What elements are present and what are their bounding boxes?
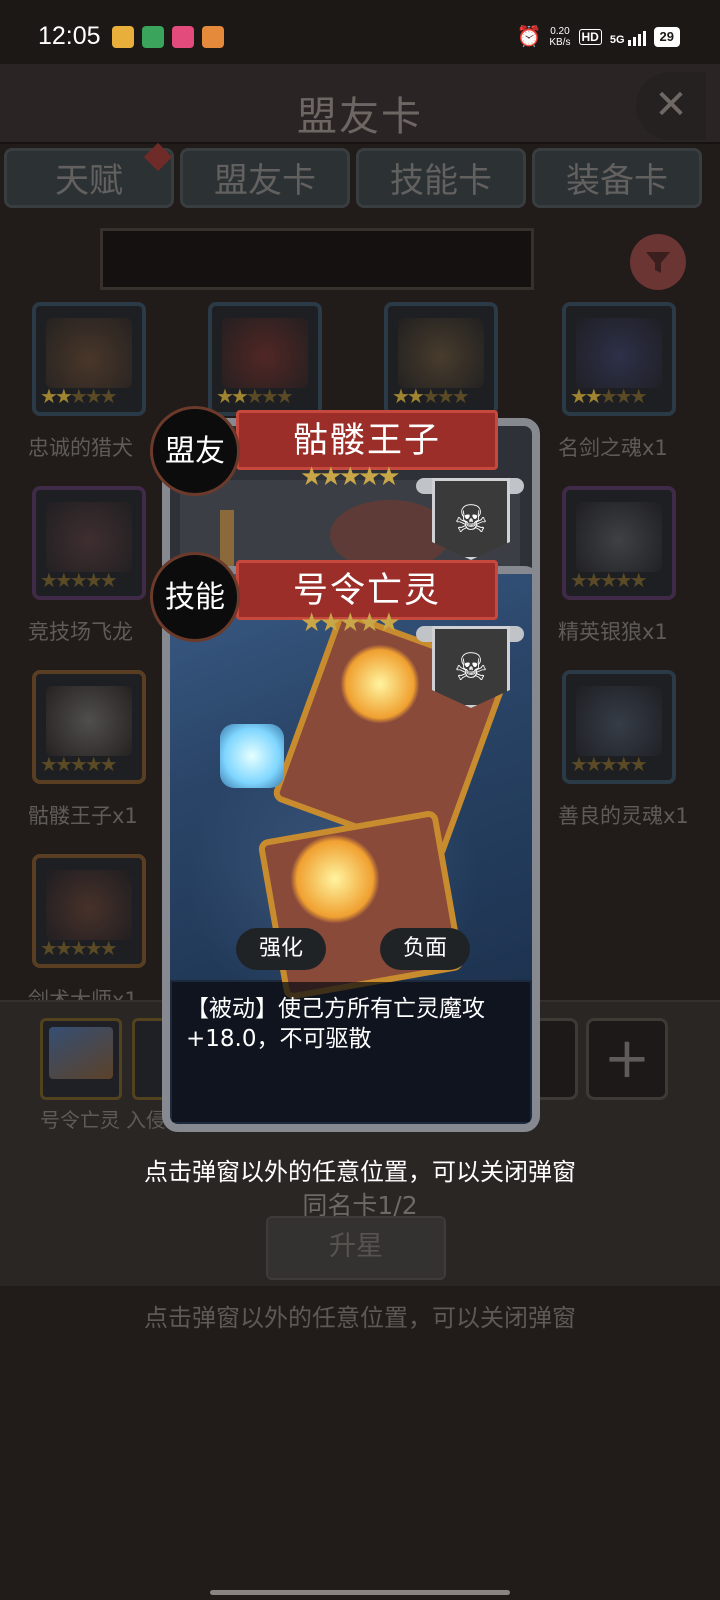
- ally-star-rating: ★★★★★: [300, 462, 401, 492]
- close-button[interactable]: ✕: [636, 72, 706, 140]
- ally-card-elite-wolf[interactable]: ★★★★★: [562, 486, 676, 600]
- app-icon-3: [172, 26, 194, 48]
- hd-icon: HD: [578, 28, 602, 45]
- filter-button[interactable]: [630, 234, 686, 290]
- card-label: 入侵: [126, 1108, 166, 1132]
- decrease-button[interactable]: [538, 1018, 578, 1100]
- star-rating: ★★★★★: [40, 568, 118, 592]
- selected-card-summon-undead[interactable]: [40, 1018, 122, 1100]
- tab-skill-cards[interactable]: 技能卡: [356, 148, 526, 208]
- ally-card-arena-dragon[interactable]: ★★★★★: [32, 486, 146, 600]
- status-icons: ⏰ 0.20 KB/s HD 5G 29: [516, 24, 680, 49]
- card-label: 忠诚的猎犬: [28, 436, 133, 460]
- card-label: 骷髅王子x1: [28, 804, 138, 828]
- weibo-app-icon: [112, 26, 134, 48]
- ally-name-ribbon: 骷髅王子: [236, 410, 498, 470]
- ally-card-spartan[interactable]: ★★★★★: [384, 302, 498, 416]
- close-hint: 点击弹窗以外的任意位置，可以关闭弹窗: [144, 1304, 576, 1332]
- ally-card-red-demon[interactable]: ★★★★★: [208, 302, 322, 416]
- ally-card-skeleton-prince[interactable]: ★★★★★: [32, 670, 146, 784]
- signal-icon: 5G: [610, 28, 646, 46]
- star-rating: ★★★★★: [570, 752, 648, 776]
- app-icon-4: [202, 26, 224, 48]
- star-rating: ★★★★★: [392, 384, 470, 408]
- card-label: 名剑之魂x1: [558, 436, 668, 460]
- app-icon-2: [142, 26, 164, 48]
- clock: 12:05: [38, 22, 101, 50]
- ally-card-sword-master[interactable]: ★★★★★: [32, 854, 146, 968]
- ally-card-kind-spirit[interactable]: ★★★★★: [562, 670, 676, 784]
- ally-badge: 盟友: [150, 406, 240, 496]
- tag-negative: 负面: [380, 928, 470, 970]
- search-input[interactable]: [100, 228, 534, 290]
- ally-card-sword-soul[interactable]: ★★★★★: [562, 302, 676, 416]
- card-label: 号令亡灵: [40, 1108, 120, 1132]
- skill-star-rating: ★★★★★: [300, 608, 401, 638]
- upgrade-star-button[interactable]: 升星: [266, 1216, 446, 1280]
- battery-icon: 29: [653, 26, 680, 47]
- close-icon: ✕: [654, 82, 688, 128]
- skill-description: 【被动】使己方所有亡灵魔攻+18.0，不可驱散: [186, 996, 485, 1052]
- filter-icon: [646, 252, 670, 273]
- alarm-icon: ⏰: [516, 26, 542, 48]
- overlay-close-hint: 点击弹窗以外的任意位置，可以关闭弹窗: [144, 1158, 576, 1186]
- ally-card-loyal-hound[interactable]: ★★★★★: [32, 302, 146, 416]
- star-rating: ★★★★★: [40, 752, 118, 776]
- home-indicator[interactable]: [210, 1590, 510, 1595]
- page-title: 盟友卡: [297, 94, 423, 140]
- tag-enhance: 强化: [236, 928, 326, 970]
- plus-icon: +: [603, 1026, 651, 1091]
- skill-badge: 技能: [150, 552, 240, 642]
- card-label: 善良的灵魂x1: [558, 804, 689, 828]
- net-speed: 0.20 KB/s: [549, 25, 571, 48]
- card-label: 竞技场飞龙: [28, 620, 133, 644]
- tab-ally-cards[interactable]: 盟友卡: [180, 148, 350, 208]
- card-label: 精英银狼x1: [558, 620, 668, 644]
- tab-equipment-cards[interactable]: 装备卡: [532, 148, 702, 208]
- star-rating: ★★★★★: [570, 568, 648, 592]
- star-rating: ★★★★★: [40, 936, 118, 960]
- star-rating: ★★★★★: [216, 384, 294, 408]
- add-button[interactable]: +: [586, 1018, 668, 1100]
- star-rating: ★★★★★: [570, 384, 648, 408]
- star-rating: ★★★★★: [40, 384, 118, 408]
